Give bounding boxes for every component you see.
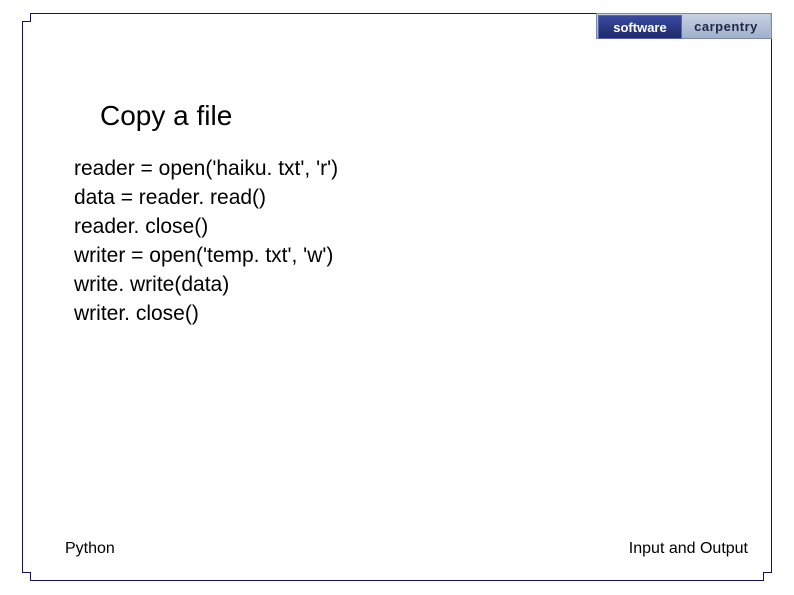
footer-right: Input and Output (629, 540, 748, 558)
code-line: write. write(data) (74, 273, 229, 296)
corner-notch-top-left (22, 13, 31, 22)
slide-title: Copy a file (100, 100, 232, 132)
code-block: reader = open('haiku. txt', 'r') data = … (74, 154, 338, 328)
code-line: reader. close() (74, 215, 208, 238)
slide-frame: software carpentry Copy a file reader = … (22, 13, 772, 581)
slide: software carpentry Copy a file reader = … (0, 0, 794, 595)
code-line: data = reader. read() (74, 186, 266, 209)
code-line: writer = open('temp. txt', 'w') (74, 244, 333, 267)
logo-left-text: software (598, 15, 682, 39)
software-carpentry-logo: software carpentry (596, 13, 772, 39)
corner-notch-bottom-right (763, 572, 772, 581)
code-line: writer. close() (74, 302, 199, 325)
corner-notch-bottom-left (22, 572, 31, 581)
code-line: reader = open('haiku. txt', 'r') (74, 157, 338, 180)
footer-left: Python (65, 540, 115, 558)
logo-right-text: carpentry (682, 14, 771, 38)
